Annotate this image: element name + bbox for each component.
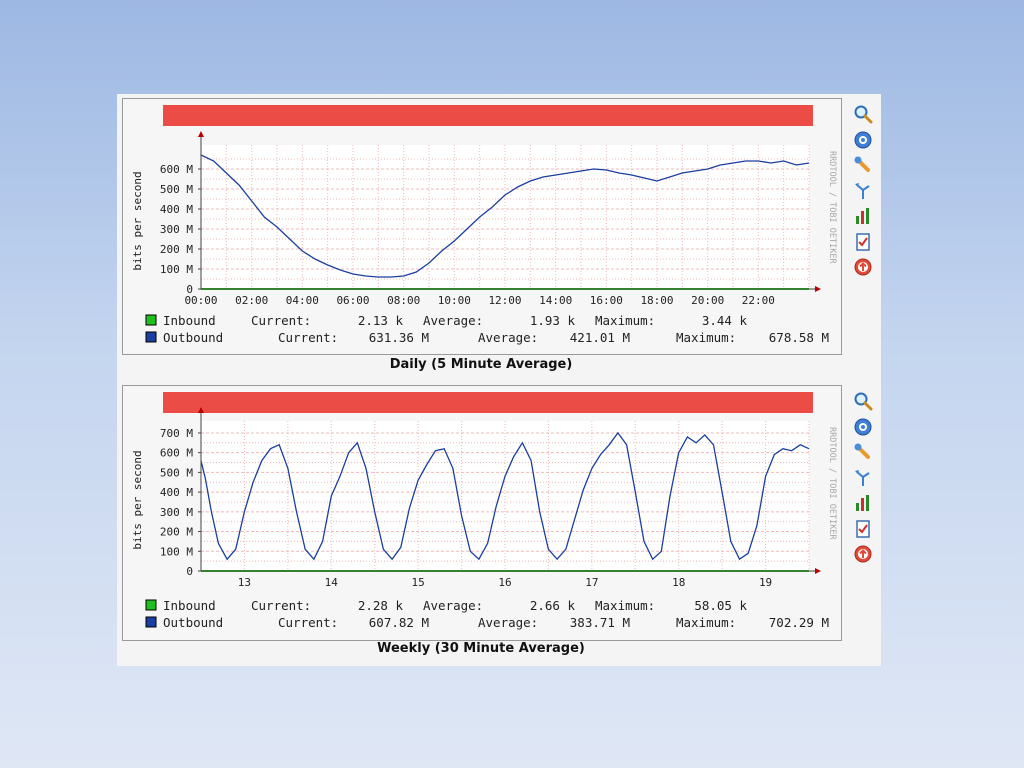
upload-icon[interactable] xyxy=(853,257,873,277)
wrench-icon[interactable] xyxy=(853,442,873,462)
x-tick-label: 14:00 xyxy=(539,294,572,307)
y-tick-label: 300 M xyxy=(160,506,193,519)
weekly-caption: Weekly (30 Minute Average) xyxy=(377,641,585,656)
inbound-maximum-label: Maximum: xyxy=(595,313,655,328)
outbound-maximum-value: 678.58 M xyxy=(769,330,829,345)
y-tick-label: 500 M xyxy=(160,466,193,479)
wrench-icon[interactable] xyxy=(853,155,873,175)
checklist-icon[interactable] xyxy=(853,519,873,539)
y-tick-label: 600 M xyxy=(160,447,193,460)
x-axis-arrow xyxy=(815,286,821,292)
graph-panel: 0 100 M 200 M 300 M 400 M 500 M 600 M 00:00 02:0… xyxy=(117,94,881,666)
branch-icon[interactable] xyxy=(853,181,873,201)
x-tick-label: 13 xyxy=(238,576,251,589)
graph-title-bar xyxy=(163,105,813,126)
y-tick-label: 600 M xyxy=(160,163,193,176)
y-tick-label: 700 M xyxy=(160,427,193,440)
y-tick-label: 400 M xyxy=(160,203,193,216)
daily-chart-svg: 0100 M200 M300 M400 M500 M600 M00:00 02:0… xyxy=(131,105,837,345)
x-tick-label: 18 xyxy=(672,576,685,589)
x-tick-label: 17 xyxy=(585,576,598,589)
y-tick-label: 200 M xyxy=(160,243,193,256)
daily-graph: 0 100 M 200 M 300 M 400 M 500 M 600 M 00:00 02:0… xyxy=(122,98,842,355)
x-tick-label: 22:00 xyxy=(742,294,775,307)
y-tick-label: 500 M xyxy=(160,183,193,196)
weekly-graph: 0 100 M 200 M 300 M 400 M 500 M 600 M 700 M 13 14… xyxy=(122,385,842,641)
y-axis-arrow xyxy=(198,131,204,137)
bar-chart-icon[interactable] xyxy=(853,493,873,513)
x-tick-label: 04:00 xyxy=(286,294,319,307)
x-tick-label: 00:00 xyxy=(184,294,217,307)
inbound-average-label: Average: xyxy=(423,313,483,328)
y-tick-label: 300 M xyxy=(160,223,193,236)
inbound-current-label: Current: xyxy=(251,598,311,613)
weekly-icon-toolbar xyxy=(853,391,873,570)
outbound-maximum-label: Maximum: xyxy=(676,615,736,630)
x-tick-label: 02:00 xyxy=(235,294,268,307)
x-tick-label: 08:00 xyxy=(387,294,420,307)
outbound-current-label: Current: xyxy=(278,330,338,345)
outbound-swatch xyxy=(145,616,157,628)
weekly-chart-svg: 0 100 M 200 M 300 M 400 M 500 M 600 M 700 M 13 14… xyxy=(131,392,837,630)
y-tick-label: 100 M xyxy=(160,545,193,558)
x-axis-arrow xyxy=(815,568,821,574)
inbound-maximum-label: Maximum: xyxy=(595,598,655,613)
inbound-current-value: 2.28 k xyxy=(358,598,404,613)
upload-icon[interactable] xyxy=(853,544,873,564)
inbound-average-label: Average: xyxy=(423,598,483,613)
outbound-average-value: 383.71 M xyxy=(570,615,630,630)
x-tick-label: 16:00 xyxy=(590,294,623,307)
inbound-legend-label: Inbound xyxy=(163,598,216,613)
outbound-current-label: Current: xyxy=(278,615,338,630)
y-tick-label: 200 M xyxy=(160,526,193,539)
inbound-current-value: 2.13 k xyxy=(358,313,404,328)
outbound-legend-label: Outbound xyxy=(163,330,223,345)
daily-icon-toolbar xyxy=(853,104,873,283)
x-tick-label: 12:00 xyxy=(488,294,521,307)
magnifier-icon[interactable] xyxy=(853,391,873,411)
watermark: RRDTOOL / TOBI OETIKER xyxy=(827,151,837,264)
outbound-current-value: 631.36 M xyxy=(369,330,429,345)
y-axis-label: bits per second xyxy=(131,171,144,270)
bar-chart-icon[interactable] xyxy=(853,206,873,226)
outbound-average-label: Average: xyxy=(478,330,538,345)
outbound-average-label: Average: xyxy=(478,615,538,630)
inbound-maximum-value: 58.05 k xyxy=(694,598,747,613)
outbound-average-value: 421.01 M xyxy=(570,330,630,345)
x-tick-label: 18:00 xyxy=(640,294,673,307)
branch-icon[interactable] xyxy=(853,468,873,488)
inbound-maximum-value: 3.44 k xyxy=(702,313,748,328)
inbound-swatch xyxy=(145,599,157,611)
graph-title-bar xyxy=(163,392,813,413)
x-tick-label: 14 xyxy=(325,576,339,589)
x-tick-label: 15 xyxy=(412,576,425,589)
y-tick-label: 0 xyxy=(186,565,193,578)
x-tick-label: 19 xyxy=(759,576,772,589)
info-icon[interactable] xyxy=(853,130,873,150)
info-icon[interactable] xyxy=(853,417,873,437)
inbound-current-label: Current: xyxy=(251,313,311,328)
inbound-average-value: 2.66 k xyxy=(530,598,576,613)
checklist-icon[interactable] xyxy=(853,232,873,252)
inbound-legend-label: Inbound xyxy=(163,313,216,328)
x-tick-label: 16 xyxy=(498,576,511,589)
watermark: RRDTOOL / TOBI OETIKER xyxy=(827,427,837,540)
outbound-legend-label: Outbound xyxy=(163,615,223,630)
magnifier-icon[interactable] xyxy=(853,104,873,124)
y-tick-label: 400 M xyxy=(160,486,193,499)
x-tick-label: 06:00 xyxy=(336,294,369,307)
x-tick-label: 20:00 xyxy=(691,294,724,307)
inbound-average-value: 1.93 k xyxy=(530,313,576,328)
outbound-current-value: 607.82 M xyxy=(369,615,429,630)
outbound-swatch xyxy=(145,331,157,343)
inbound-swatch xyxy=(145,314,157,326)
y-tick-label: 100 M xyxy=(160,263,193,276)
x-tick-label: 10:00 xyxy=(438,294,471,307)
outbound-maximum-label: Maximum: xyxy=(676,330,736,345)
outbound-maximum-value: 702.29 M xyxy=(769,615,829,630)
daily-caption: Daily (5 Minute Average) xyxy=(389,357,573,372)
y-axis-label: bits per second xyxy=(131,450,144,549)
